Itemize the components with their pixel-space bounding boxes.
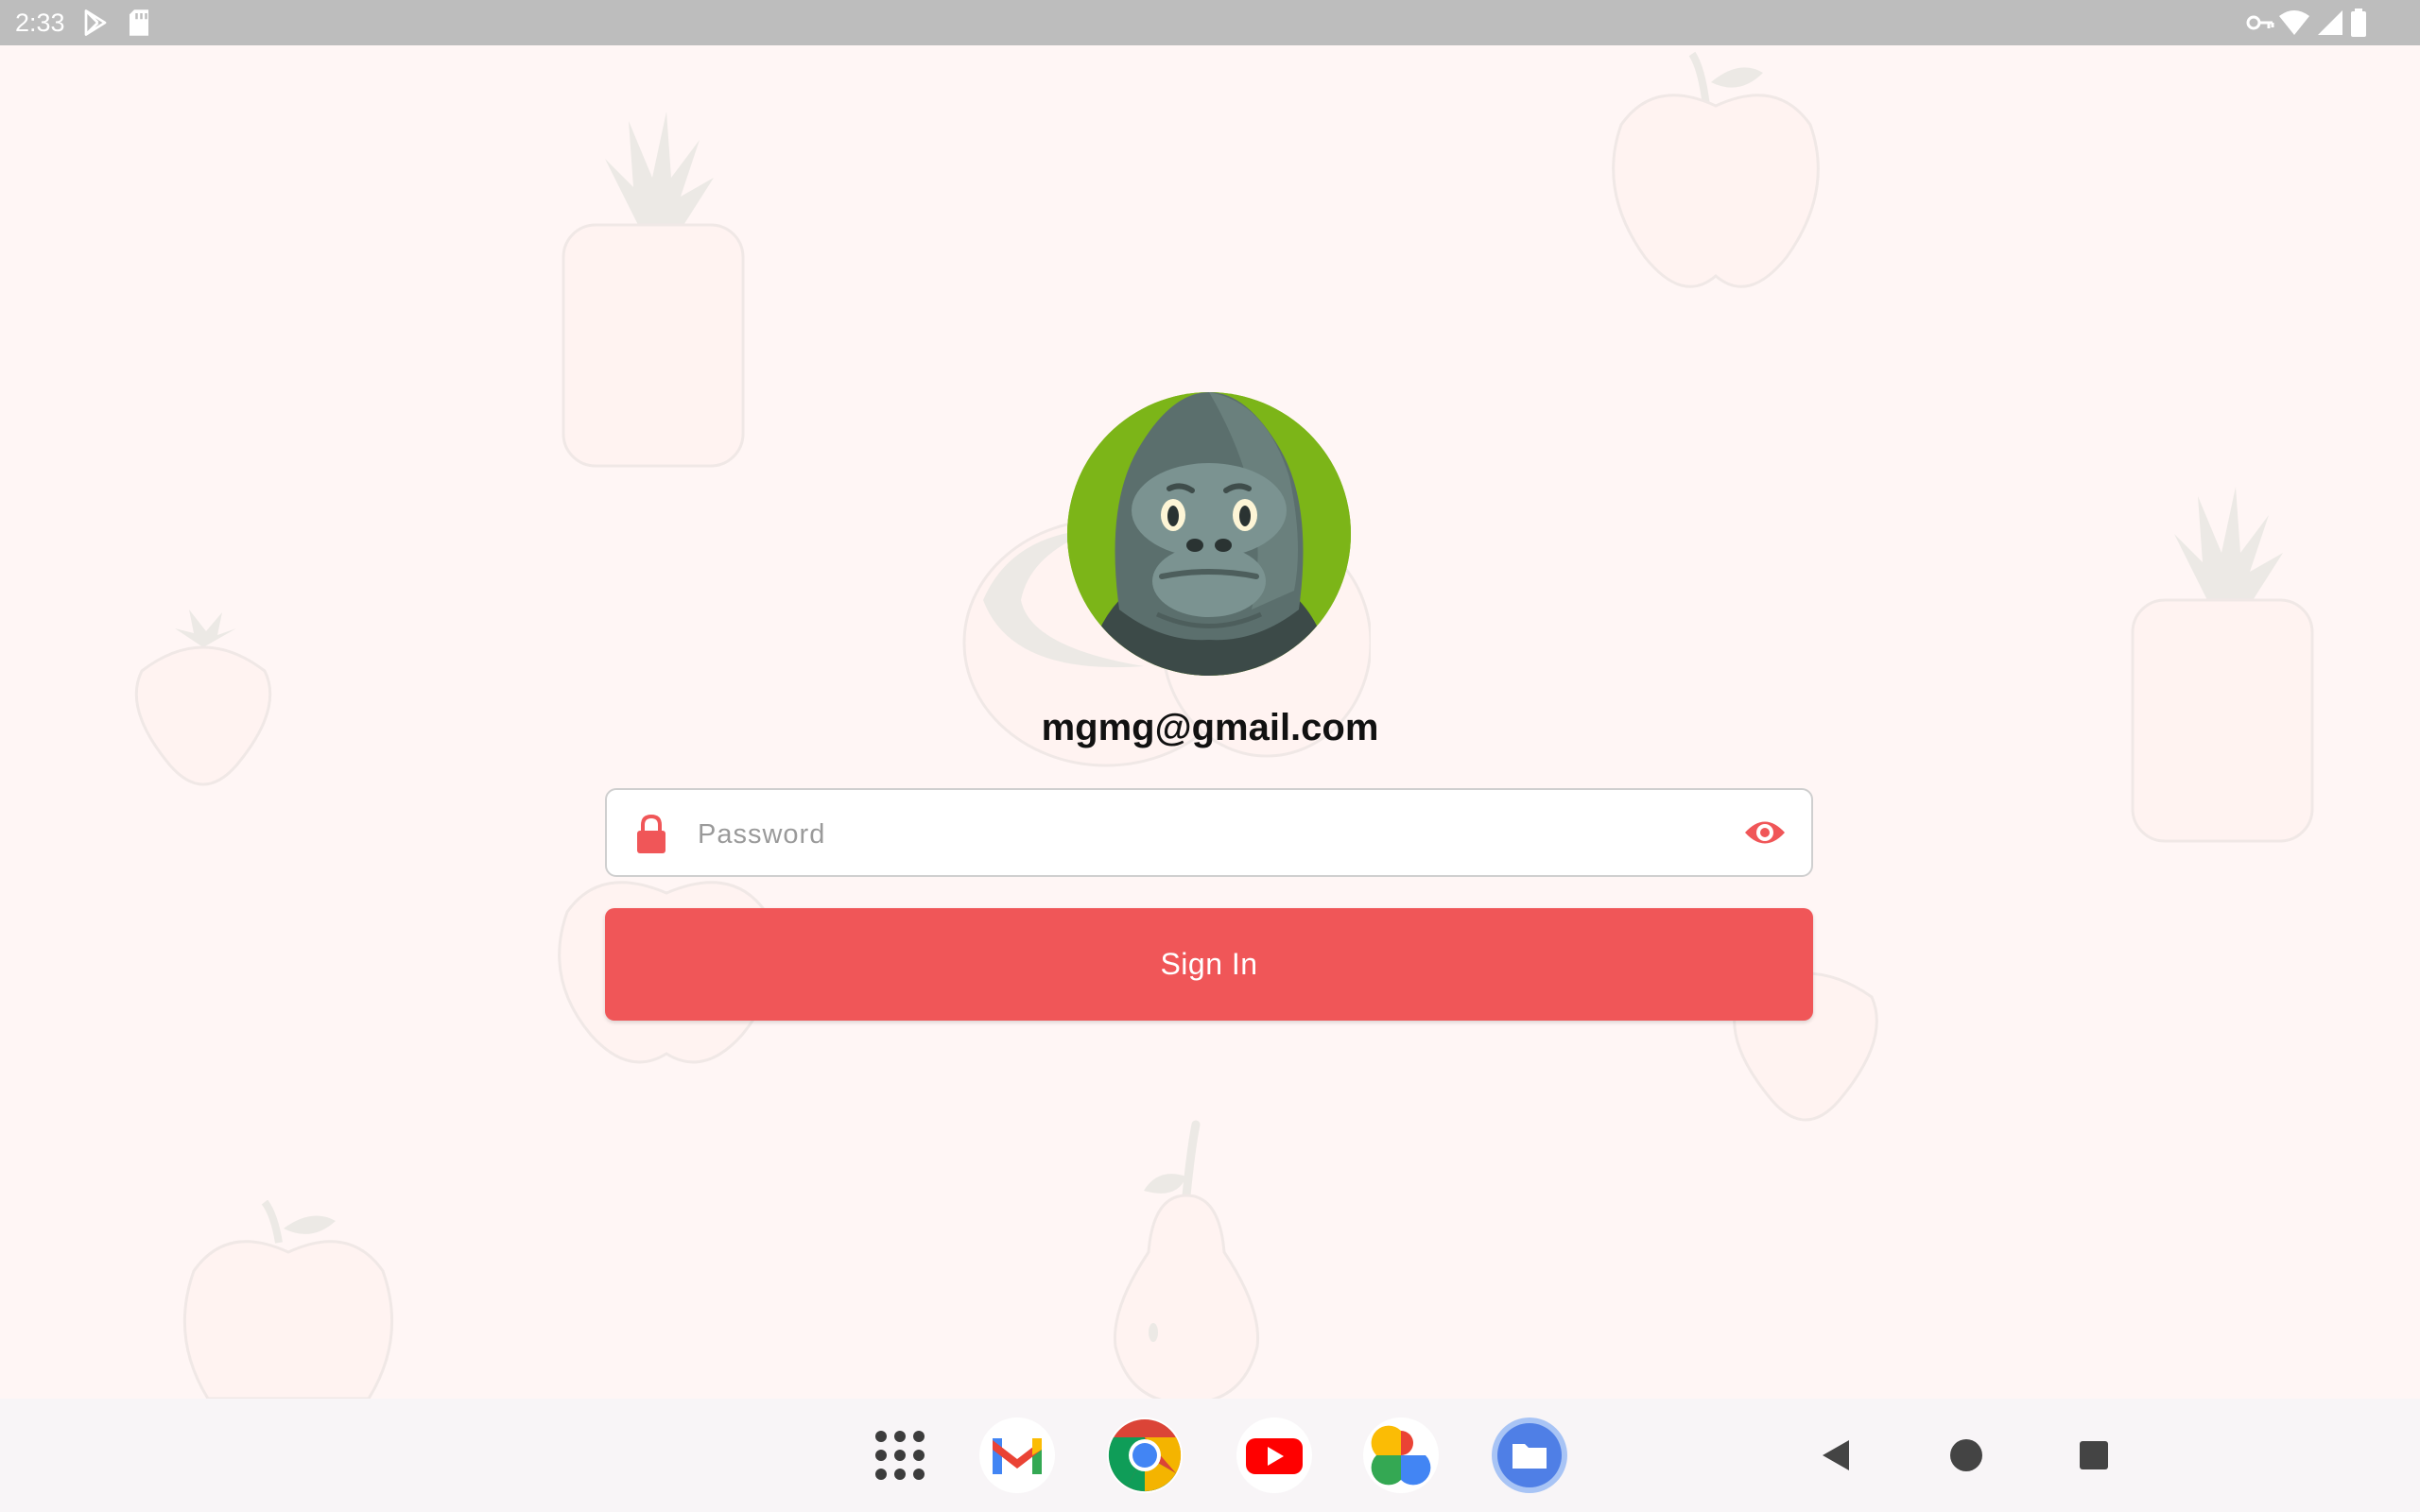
- pineapple-decoration-icon: [548, 102, 756, 475]
- battery-icon: [2350, 9, 2367, 42]
- photos-icon[interactable]: [1363, 1418, 1439, 1493]
- taskbar: [0, 1399, 2420, 1512]
- account-email: mgmg@gmail.com: [1041, 707, 1379, 748]
- sd-card-icon: [127, 9, 151, 42]
- apple-decoration-icon: [170, 1199, 406, 1403]
- profile-avatar: [1067, 392, 1351, 676]
- clock: 2:33: [15, 9, 65, 37]
- eye-icon[interactable]: [1743, 816, 1787, 853]
- cell-signal-icon: [2316, 9, 2344, 42]
- files-icon[interactable]: [1492, 1418, 1567, 1493]
- password-input[interactable]: [696, 809, 1683, 860]
- gmail-icon[interactable]: [979, 1418, 1055, 1493]
- chrome-icon[interactable]: [1107, 1418, 1183, 1493]
- strawberry-decoration-icon: [123, 605, 284, 799]
- recents-icon[interactable]: [2080, 1441, 2108, 1474]
- app-drawer-icon[interactable]: [862, 1418, 938, 1493]
- vpn-key-icon: [2246, 11, 2274, 39]
- apple-decoration-icon: [1598, 49, 1834, 300]
- sign-in-button[interactable]: Sign In: [605, 908, 1813, 1021]
- play-store-icon: [81, 9, 110, 42]
- gorilla-avatar-icon: [1067, 392, 1351, 676]
- status-bar: 2:33: [0, 0, 2420, 45]
- pineapple-decoration-icon: [2118, 477, 2325, 850]
- home-icon[interactable]: [1949, 1438, 1983, 1477]
- password-field[interactable]: [605, 788, 1813, 877]
- pear-decoration-icon: [1092, 1120, 1281, 1408]
- back-icon[interactable]: [1819, 1438, 1853, 1477]
- wifi-icon: [2278, 9, 2310, 42]
- lock-icon: [635, 814, 667, 859]
- youtube-icon[interactable]: [1236, 1418, 1312, 1493]
